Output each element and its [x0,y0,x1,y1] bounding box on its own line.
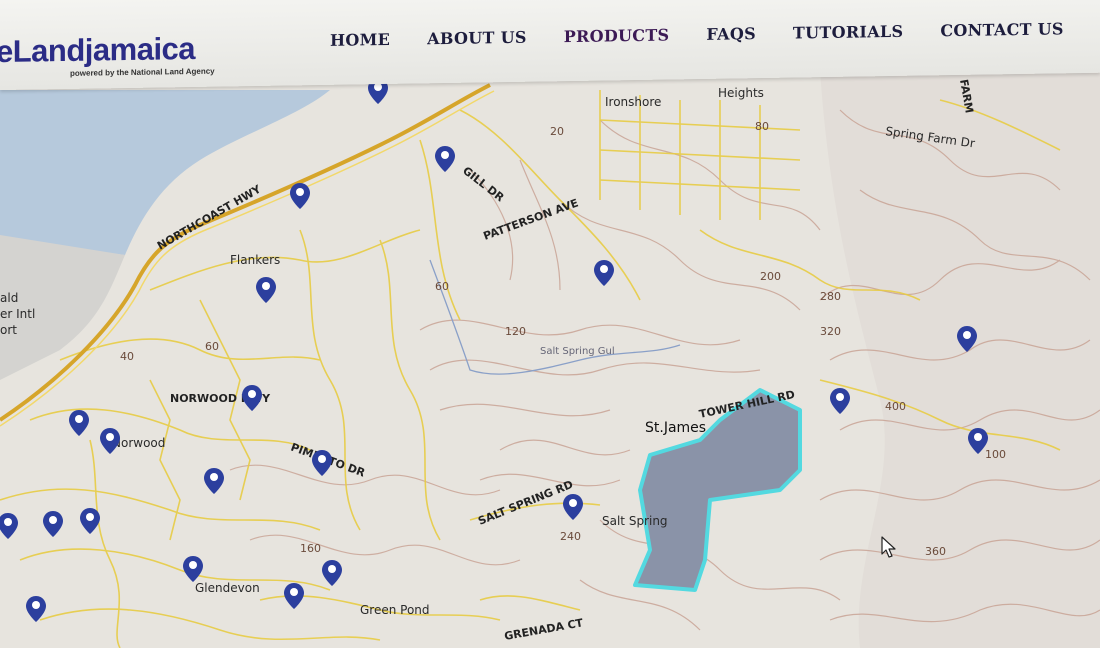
nav-contact-us[interactable]: CONTACT US [940,19,1063,40]
contour-label: 240 [560,530,581,543]
place-label-ironshore: Ironshore [605,95,661,109]
contour-label: 320 [820,325,841,338]
place-label-green-pond: Green Pond [360,603,430,617]
contour-label: 40 [120,350,134,363]
place-label-glendevon: Glendevon [195,581,260,595]
contour-label: 60 [435,280,449,293]
mouse-cursor-icon [881,536,896,558]
logo[interactable]: eLandjamaica powered by the National Lan… [0,30,215,78]
contour-label: 400 [885,400,906,413]
place-label-airport-1: ald [0,291,18,305]
logo-tagline: powered by the National Land Agency [70,66,215,78]
nav-faqs[interactable]: FAQS [706,24,756,44]
place-label-st-james: St.James [645,420,706,436]
contour-label: 200 [760,270,781,283]
place-label-salt-spring-gully: Salt Spring Gul [540,346,615,357]
place-label-flankers: Flankers [230,253,280,267]
place-label-norwood: Norwood [112,436,165,450]
nav-about-us[interactable]: ABOUT US [427,28,527,49]
place-label-heights: Heights [718,86,764,100]
nav-tutorials[interactable]: TUTORIALS [793,22,903,43]
contour-label: 80 [755,120,769,133]
map-view[interactable]: NORTHCOAST HWY GILL DR PATTERSON AVE NOR… [0,70,1100,648]
place-label-airport-2: er Intl [0,307,35,321]
contour-label: 100 [985,448,1006,461]
contour-label: 20 [550,125,564,138]
main-nav: HOME ABOUT US PRODUCTS FAQS TUTORIALS CO… [330,19,1100,50]
place-label-salt-spring: Salt Spring [602,514,668,528]
logo-text: eLandjamaica [0,30,196,70]
place-label-airport-3: ort [0,323,17,337]
contour-label: 120 [505,325,526,338]
contour-label: 160 [300,542,321,555]
contour-label: 280 [820,290,841,303]
contour-label: 60 [205,340,219,353]
nav-products[interactable]: PRODUCTS [564,25,670,46]
nav-home[interactable]: HOME [330,30,390,50]
contour-label: 360 [925,545,946,558]
